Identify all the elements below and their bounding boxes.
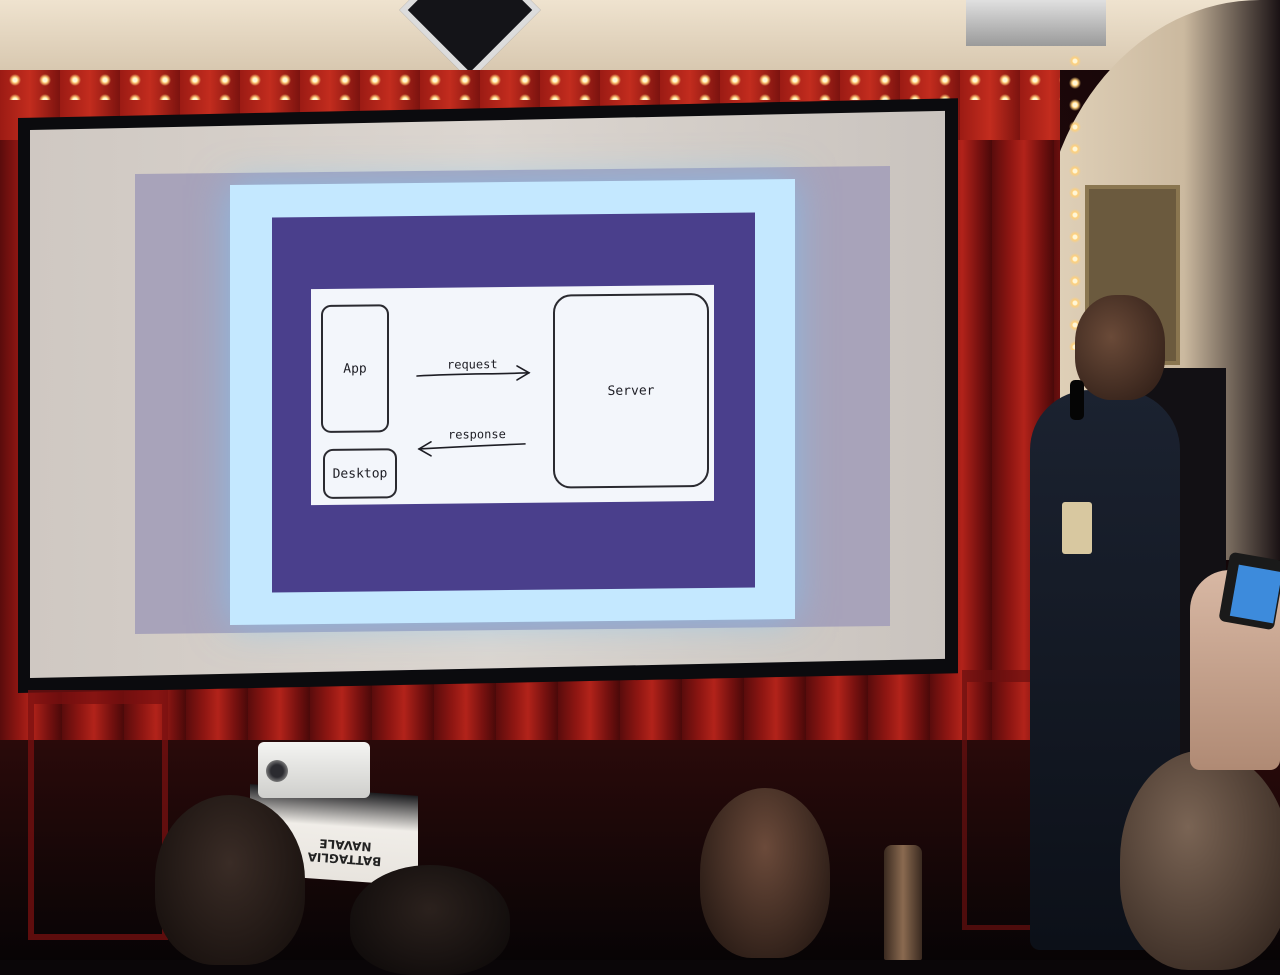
bar-stool-left [28, 690, 168, 940]
response-arrow [418, 443, 526, 450]
bottle [884, 845, 922, 960]
microphone [1070, 380, 1084, 420]
request-label: request [447, 357, 498, 372]
stage-light [966, 0, 1106, 46]
desktop-box: Desktop [323, 448, 397, 499]
audience-member [1120, 750, 1280, 970]
audience-member [155, 795, 305, 965]
phone-screen [1229, 564, 1280, 624]
architecture-diagram: App Desktop Server request response [311, 284, 714, 506]
audience-member [350, 865, 510, 975]
app-box: App [321, 304, 389, 434]
presenter-head [1075, 295, 1165, 400]
audience-member [700, 788, 830, 958]
response-label: response [448, 427, 506, 442]
server-box: Server [553, 292, 709, 489]
string-lights [0, 70, 1060, 100]
request-arrow [416, 372, 530, 377]
server-label: Server [607, 383, 655, 399]
projector-lens [266, 760, 288, 782]
string-lights-vertical [1062, 50, 1088, 350]
desktop-label: Desktop [332, 465, 388, 482]
name-badge [1062, 502, 1092, 554]
app-label: App [343, 361, 367, 377]
box-print: BATTAGLIA NAVALE [307, 836, 382, 869]
